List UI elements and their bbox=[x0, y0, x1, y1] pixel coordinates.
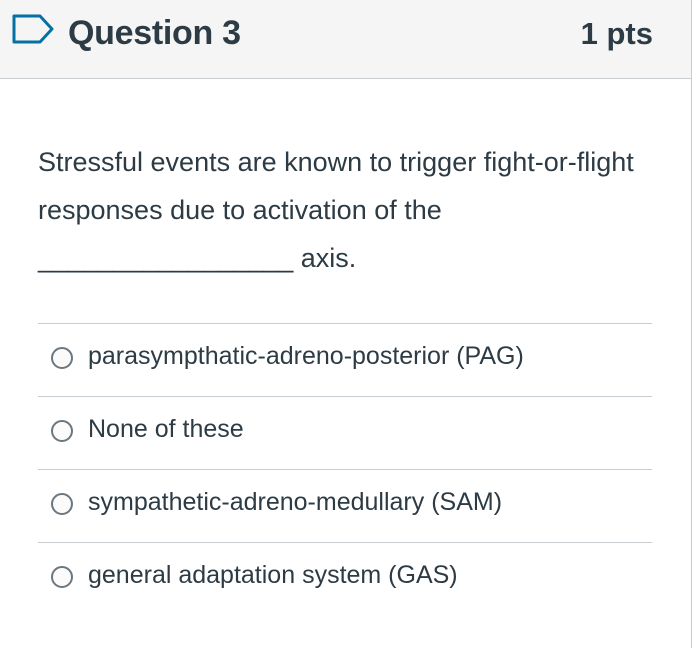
radio-button[interactable] bbox=[51, 347, 73, 369]
question-title: Question 3 bbox=[68, 14, 241, 52]
answer-label: parasympthatic-adreno-posterior (PAG) bbox=[88, 342, 524, 370]
answer-label: general adaptation system (GAS) bbox=[88, 561, 458, 589]
radio-button[interactable] bbox=[51, 420, 73, 442]
radio-button[interactable] bbox=[51, 493, 73, 515]
answer-option[interactable]: parasympthatic-adreno-posterior (PAG) bbox=[38, 323, 652, 396]
question-header: Question 3 1 pts bbox=[0, 0, 691, 79]
answer-label: None of these bbox=[88, 415, 244, 443]
question-text: Stressful events are known to trigger fi… bbox=[38, 147, 634, 273]
question-points: 1 pts bbox=[580, 16, 653, 51]
answer-option[interactable]: None of these bbox=[38, 396, 652, 469]
flag-outline-icon[interactable] bbox=[10, 12, 56, 46]
answer-option[interactable]: sympathetic-adreno-medullary (SAM) bbox=[38, 469, 652, 542]
radio-button[interactable] bbox=[51, 566, 73, 588]
question-card: Question 3 1 pts Stressful events are kn… bbox=[0, 0, 692, 648]
answer-list: parasympthatic-adreno-posterior (PAG) No… bbox=[38, 323, 652, 615]
answer-option[interactable]: general adaptation system (GAS) bbox=[38, 542, 652, 615]
answer-label: sympathetic-adreno-medullary (SAM) bbox=[88, 488, 503, 516]
